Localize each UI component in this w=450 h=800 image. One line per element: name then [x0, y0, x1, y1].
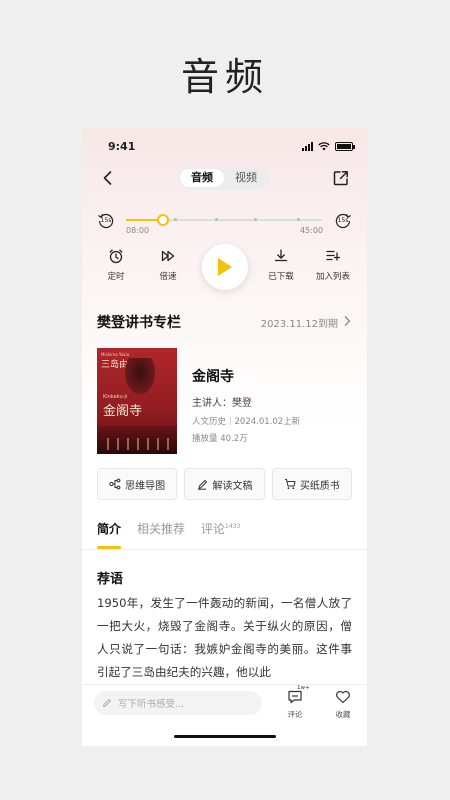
tab-video[interactable]: 视频 — [224, 169, 268, 187]
status-icons — [302, 142, 355, 151]
cover-portrait — [125, 358, 155, 394]
progress-row: 15s 08:00 45:00 15s — [82, 210, 367, 240]
speed-label: 倍速 — [159, 272, 177, 282]
skip-forward-button[interactable]: 15s — [334, 212, 352, 230]
comment-icon — [288, 690, 302, 704]
book-title: 金阁寺 — [192, 369, 234, 385]
play-icon — [218, 258, 232, 276]
speed-icon — [161, 250, 175, 262]
add-to-list-button[interactable]: 加入列表 — [311, 248, 355, 282]
progress-track[interactable] — [126, 214, 322, 226]
heart-icon — [336, 690, 350, 704]
chapter-tick — [254, 218, 258, 221]
comments-count: 1433 — [225, 523, 241, 530]
intro-body: 1950年，发生了一件轰动的新闻，一名僧人放了一把大火，烧毁了金阁寺。关于纵火的… — [97, 596, 352, 679]
skip-back-button[interactable]: 15s — [97, 212, 115, 230]
add-to-list-label: 加入列表 — [315, 272, 350, 282]
play-button[interactable] — [202, 244, 248, 290]
back-icon[interactable] — [98, 168, 118, 188]
player-controls: 定时 倍速 已下载 加入列表 — [82, 244, 367, 294]
content-tabs: 简介 相关推荐 评论1433 — [97, 520, 352, 550]
buy-book-button[interactable]: 买纸质书 — [271, 468, 352, 500]
album-row[interactable]: 樊登讲书专栏 2023.11.12到期 — [97, 312, 352, 332]
chapter-tick — [215, 218, 219, 221]
home-indicator — [174, 735, 276, 738]
skip-forward-label: 15s — [337, 217, 349, 224]
chapter-tick — [297, 218, 301, 221]
mind-map-icon — [109, 478, 121, 490]
divider — [82, 549, 367, 550]
cover-temple-art — [97, 426, 177, 454]
alarm-clock-icon — [109, 249, 123, 264]
chapter-tick — [174, 218, 177, 221]
chevron-right-icon — [344, 316, 351, 326]
book-info: 金阁寺 主讲人：樊登 人文历史｜2024.01.02上新 播放量 40.2万 — [192, 366, 352, 449]
skip-back-label: 15s — [100, 217, 112, 224]
book-category-date: 人文历史｜2024.01.02上新 — [192, 417, 301, 427]
comment-input[interactable]: 写下听书感受... — [94, 691, 262, 715]
album-expiry-date: 2023.11.12到期 — [260, 319, 338, 330]
buy-book-label: 买纸质书 — [299, 480, 340, 492]
tab-audio[interactable]: 音频 — [180, 169, 224, 187]
timer-label: 定时 — [107, 272, 125, 282]
book-play-count: 播放量 40.2万 — [192, 434, 248, 444]
total-time: 45:00 — [299, 226, 323, 235]
cover-title: 金阁寺 — [103, 404, 143, 419]
media-type-switch: 音频 视频 — [178, 167, 270, 189]
document-icon — [198, 480, 208, 490]
status-time: 9:41 — [108, 140, 136, 153]
favorite-label: 收藏 — [335, 710, 351, 719]
book-cover[interactable]: Mishima Yukio 三岛由纪夫 Kinkaku-ji 金阁寺 — [97, 348, 177, 454]
action-row: 思维导图 解读文稿 买纸质书 — [97, 468, 352, 500]
mind-map-button[interactable]: 思维导图 — [97, 468, 178, 500]
tab-related[interactable]: 相关推荐 — [137, 520, 185, 537]
signal-icon — [302, 142, 313, 151]
mind-map-label: 思维导图 — [125, 480, 166, 492]
current-time: 08:00 — [126, 226, 150, 235]
intro-heading: 荐语 — [97, 572, 124, 587]
album-title: 樊登讲书专栏 — [97, 315, 181, 331]
speed-button[interactable]: 倍速 — [146, 248, 190, 282]
wifi-icon — [318, 142, 330, 151]
add-to-playlist-icon — [326, 250, 341, 261]
timer-button[interactable]: 定时 — [94, 248, 138, 282]
tab-comments-label: 评论 — [201, 522, 226, 536]
favorite-button[interactable]: 收藏 — [328, 689, 358, 720]
pen-icon — [103, 699, 111, 707]
comment-label: 评论 — [287, 710, 303, 719]
comment-placeholder: 写下听书感受... — [118, 699, 185, 710]
book-speaker: 主讲人：樊登 — [192, 398, 252, 409]
comment-button[interactable]: 1w+ 评论 — [280, 685, 310, 720]
tab-intro[interactable]: 简介 — [97, 520, 121, 537]
comment-badge: 1w+ — [297, 685, 310, 691]
tab-comments[interactable]: 评论1433 — [201, 520, 240, 537]
cart-icon — [284, 479, 296, 490]
status-bar: 9:41 — [82, 140, 367, 158]
transcript-label: 解读文稿 — [212, 480, 253, 492]
top-nav: 音频 视频 — [82, 166, 367, 192]
progress-handle[interactable] — [157, 214, 170, 226]
battery-icon — [335, 142, 355, 151]
transcript-button[interactable]: 解读文稿 — [184, 468, 265, 500]
download-icon — [274, 249, 288, 262]
hero-title: 音频 — [180, 55, 269, 99]
phone-screen: 9:41 音频 视频 15s 08:00 45:00 15s 定时 倍速 已下载… — [82, 128, 367, 746]
share-icon[interactable] — [331, 168, 351, 188]
bottom-bar: 写下听书感受... 1w+ 评论 收藏 — [82, 684, 367, 746]
downloaded-label: 已下载 — [268, 272, 294, 282]
downloaded-button[interactable]: 已下载 — [259, 248, 303, 282]
